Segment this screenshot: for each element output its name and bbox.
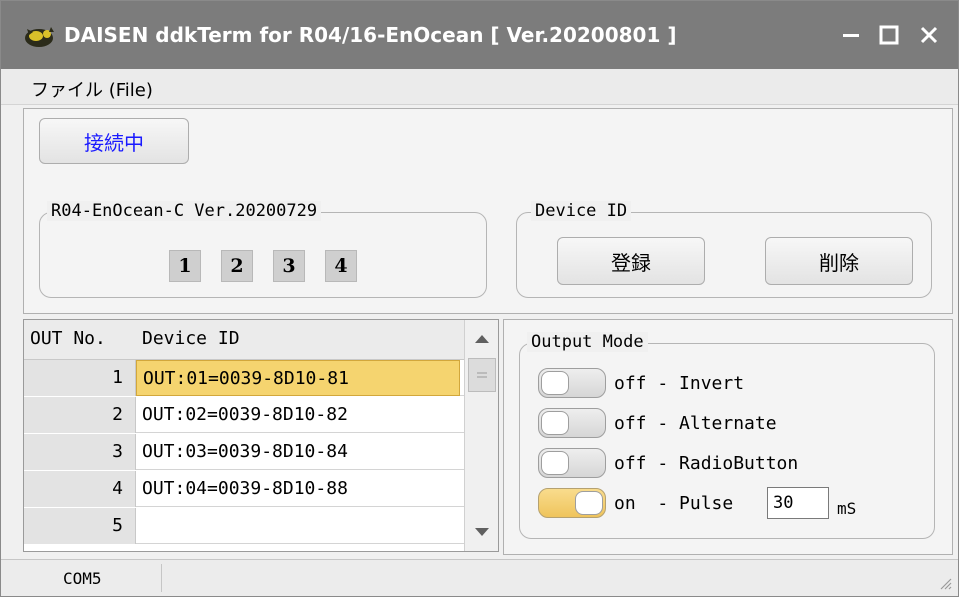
row-device-id[interactable]: OUT:04=0039-8D10-88 [136,471,460,507]
table-row[interactable]: 3 OUT:03=0039-8D10-84 [24,434,464,470]
toggle-knob [541,411,569,435]
minimize-button[interactable] [831,15,871,55]
window-title: DAISEN ddkTerm for R04/16-EnOcean [ Ver.… [64,23,677,47]
row-device-id[interactable]: OUT:02=0039-8D10-82 [136,397,460,433]
resize-grip-icon[interactable] [936,574,952,590]
table-header: OUT No. Device ID [24,320,464,360]
header-out-no: OUT No. [30,328,106,349]
app-icon [25,27,54,47]
device-group-legend: R04-EnOcean-C Ver.20200729 [47,201,322,221]
output-mode-legend: Output Mode [527,332,648,352]
grip-lines-icon [477,372,487,378]
scroll-thumb[interactable] [468,358,496,392]
scroll-down-icon [475,528,489,536]
close-icon [920,26,938,44]
table-row[interactable]: 1 OUT:01=0039-8D10-81 [24,360,464,396]
scroll-up-icon [475,335,489,343]
menu-file[interactable]: ファイル (File) [31,76,153,102]
port-2-indicator: 2 [221,250,253,282]
invert-label: off - Invert [614,373,745,394]
status-bar: COM5 [1,559,958,596]
register-button[interactable]: 登録 [557,237,705,285]
maximize-button[interactable] [869,15,909,55]
toggle-knob [541,371,569,395]
device-table: OUT No. Device ID 1 OUT:01=0039-8D10-81 … [23,319,499,552]
table-row[interactable]: 4 OUT:04=0039-8D10-88 [24,471,464,507]
device-id-legend: Device ID [531,201,632,221]
menu-bar: ファイル (File) [1,69,958,105]
row-number: 2 [24,397,136,433]
com-port-status: COM5 [63,569,102,588]
row-number: 4 [24,471,136,507]
scroll-up-button[interactable] [465,322,498,356]
row-device-id[interactable]: OUT:03=0039-8D10-84 [136,434,460,470]
table-row[interactable]: 2 OUT:02=0039-8D10-82 [24,397,464,433]
close-button[interactable] [909,15,949,55]
alternate-toggle[interactable] [538,408,606,438]
toggle-knob [541,451,569,475]
app-window: DAISEN ddkTerm for R04/16-EnOcean [ Ver.… [0,0,959,597]
pulse-unit: mS [837,499,857,518]
radiobutton-toggle[interactable] [538,448,606,478]
port-4-indicator: 4 [325,250,357,282]
status-divider [161,564,162,592]
port-3-indicator: 3 [273,250,305,282]
row-number: 3 [24,434,136,470]
row-device-id[interactable] [136,508,460,544]
connect-button[interactable]: 接続中 [39,118,189,164]
header-device-id: Device ID [142,328,240,349]
pulse-label: on - Pulse [614,493,734,514]
table-row[interactable]: 5 [24,508,464,544]
maximize-icon [879,25,899,45]
title-bar[interactable]: DAISEN ddkTerm for R04/16-EnOcean [ Ver.… [1,1,958,69]
toggle-knob [575,491,603,515]
pulse-duration-input[interactable]: 30 [767,487,829,519]
table-scrollbar[interactable] [464,320,498,551]
row-number: 1 [24,360,136,396]
device-group [39,212,487,298]
alternate-label: off - Alternate [614,413,777,434]
scroll-down-button[interactable] [465,515,498,549]
delete-button[interactable]: 削除 [765,237,913,285]
row-device-id[interactable]: OUT:01=0039-8D10-81 [136,360,460,396]
radiobutton-label: off - RadioButton [614,453,799,474]
port-1-indicator: 1 [169,250,201,282]
invert-toggle[interactable] [538,368,606,398]
row-number: 5 [24,508,136,544]
minimize-icon [843,34,859,37]
pulse-toggle[interactable] [538,488,606,518]
